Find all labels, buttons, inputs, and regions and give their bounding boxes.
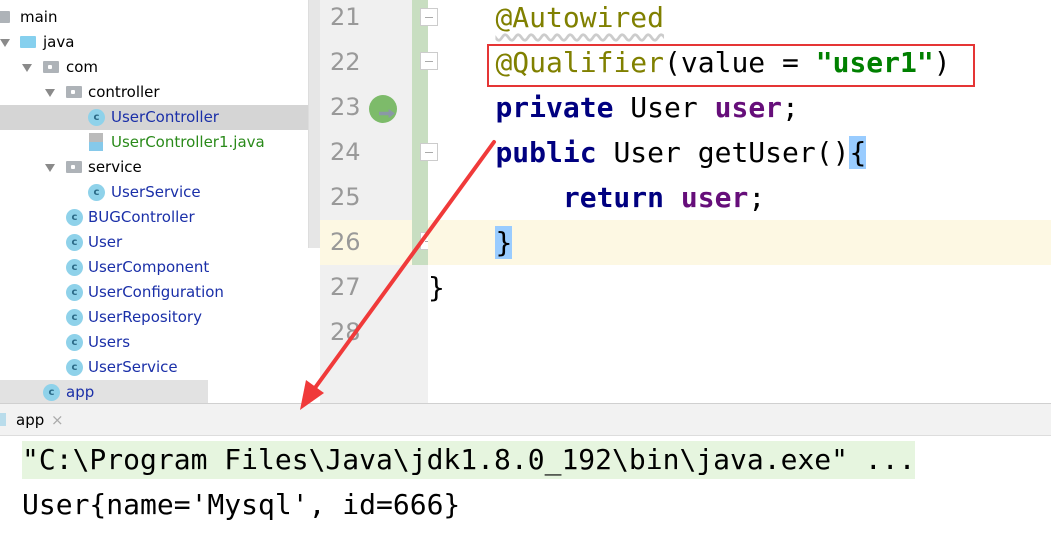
- console-icon: [0, 413, 6, 426]
- tree-item-label: controller: [88, 83, 160, 101]
- console-command-line: "C:\Program Files\Java\jdk1.8.0_192\bin\…: [22, 441, 916, 479]
- matched-brace: }: [495, 226, 513, 259]
- tree-item-label: main: [20, 8, 58, 26]
- code-text: }: [428, 271, 445, 304]
- run-tab-bar: app ×: [0, 404, 1051, 436]
- tree-item-label: app: [66, 383, 95, 401]
- line-number: 25: [330, 183, 361, 211]
- code-line-26: }: [428, 220, 1051, 265]
- chevron-down-icon[interactable]: [45, 164, 55, 172]
- line-number: 24: [330, 138, 361, 166]
- chevron-down-icon[interactable]: [22, 64, 32, 72]
- class-icon: c: [66, 334, 83, 351]
- class-icon: c: [66, 234, 83, 251]
- tree-item-label: UserService: [88, 358, 178, 376]
- keyword: private: [495, 91, 614, 124]
- folder-icon: [66, 161, 82, 173]
- tree-scrollbar[interactable]: [308, 0, 320, 248]
- class-icon: c: [66, 309, 83, 326]
- tree-item-usercontroller[interactable]: c UserController: [0, 105, 320, 130]
- highlight-box: [487, 44, 975, 87]
- class-icon: c: [66, 209, 83, 226]
- tree-item-userconfiguration[interactable]: c UserConfiguration: [0, 280, 320, 305]
- class-icon: c: [88, 184, 105, 201]
- folder-icon: [43, 61, 59, 73]
- class-icon: c: [66, 259, 83, 276]
- tree-item-userrepository[interactable]: c UserRepository: [0, 305, 320, 330]
- class-icon: c: [66, 359, 83, 376]
- close-icon[interactable]: ×: [51, 404, 64, 436]
- code-line-24: public User getUser(){: [428, 130, 1051, 175]
- tree-item-label: service: [88, 158, 142, 176]
- bean-navigation-icon[interactable]: [369, 95, 397, 123]
- tree-item-users[interactable]: c Users: [0, 330, 320, 355]
- chevron-down-icon[interactable]: [0, 39, 10, 47]
- tree-item-userservice[interactable]: c UserService: [0, 355, 320, 380]
- code-line-21: @Autowired: [428, 0, 1051, 40]
- folder-icon: [66, 86, 82, 98]
- code-line-27: }: [428, 265, 1051, 310]
- tree-item-main[interactable]: main: [0, 5, 320, 30]
- class-icon: c: [88, 109, 105, 126]
- code-text: ;: [782, 91, 799, 124]
- tree-item-label: User: [88, 233, 123, 251]
- folder-icon: [20, 36, 36, 48]
- tree-item-com[interactable]: com: [0, 55, 320, 80]
- matched-brace: {: [849, 136, 867, 169]
- tree-item-userservice[interactable]: c UserService: [0, 180, 320, 205]
- line-number: 28: [330, 318, 361, 346]
- tree-item-label: com: [66, 58, 99, 76]
- field-name: user: [680, 181, 749, 214]
- console-output: User{name='Mysql', id=666}: [22, 488, 461, 521]
- chevron-down-icon[interactable]: [45, 89, 55, 97]
- class-icon: c: [43, 384, 60, 401]
- annotation-autowired: @Autowired: [495, 1, 665, 34]
- line-number: 21: [330, 3, 361, 31]
- line-number: 27: [330, 273, 361, 301]
- code-text: User: [613, 91, 715, 124]
- line-number: 23: [330, 93, 361, 121]
- tree-item-java[interactable]: java: [0, 30, 320, 55]
- project-tree: main java com controller c UserController User…: [0, 0, 320, 403]
- field-name: user: [714, 91, 783, 124]
- run-tab-app[interactable]: app: [0, 404, 44, 436]
- tree-item-label: java: [43, 33, 75, 51]
- code-text: ;: [748, 181, 766, 214]
- class-icon: c: [66, 284, 83, 301]
- tree-item-service[interactable]: service: [0, 155, 320, 180]
- tree-item-controller[interactable]: controller: [0, 80, 320, 105]
- tree-item-label: UserComponent: [88, 258, 210, 276]
- tree-item-user[interactable]: c User: [0, 230, 320, 255]
- tree-item-app[interactable]: c app: [0, 380, 320, 403]
- line-number: 22: [330, 48, 361, 76]
- tree-item-label: Users: [88, 333, 131, 351]
- tab-label: app: [16, 411, 45, 429]
- java-file-icon: [89, 133, 103, 151]
- tree-item-label: UserController: [111, 108, 219, 126]
- tree-item-usercontroller1-java[interactable]: UserController1.java: [0, 130, 320, 155]
- tree-item-label: UserConfiguration: [88, 283, 224, 301]
- code-text: User getUser(): [596, 136, 850, 169]
- code-line-23: private User user;: [428, 85, 1051, 130]
- keyword: return: [562, 181, 665, 214]
- tree-item-label: UserController1.java: [111, 133, 265, 151]
- vcs-change-stripe: [412, 0, 428, 265]
- tree-item-label: BUGController: [88, 208, 195, 226]
- run-tool-window: app × "C:\Program Files\Java\jdk1.8.0_19…: [0, 403, 1051, 535]
- keyword: public: [495, 136, 597, 169]
- tree-item-label: UserService: [111, 183, 201, 201]
- tree-item-bugcontroller[interactable]: c BUGController: [0, 205, 320, 230]
- folder-icon: [0, 11, 10, 23]
- code-line-25: return user;: [428, 175, 1051, 220]
- line-number: 26: [320, 220, 412, 265]
- tree-item-usercomponent[interactable]: c UserComponent: [0, 255, 320, 280]
- tree-item-label: UserRepository: [88, 308, 202, 326]
